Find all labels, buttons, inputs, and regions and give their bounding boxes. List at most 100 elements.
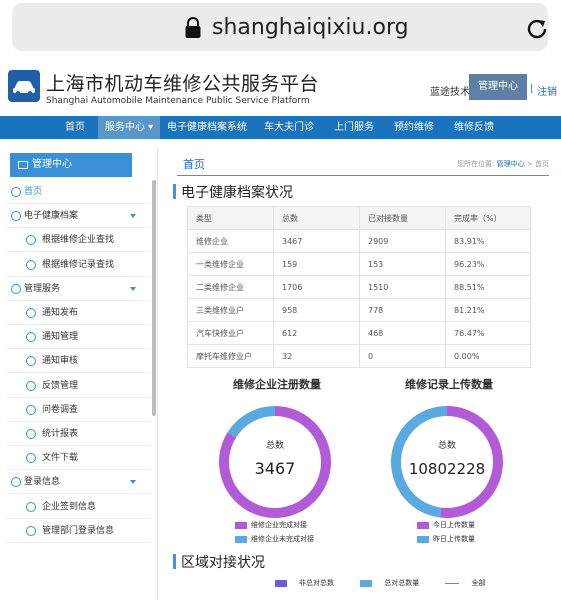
chevron-down-icon xyxy=(130,286,136,291)
sidebar-item-label: 管理部门登录信息 xyxy=(42,525,115,536)
table-row: 三类维修业户 958 778 81.21% xyxy=(187,298,531,322)
sidebar-header[interactable]: 管理中心 xyxy=(10,153,132,177)
sidebar-item-label: 电子健康档案 xyxy=(24,211,79,222)
region-legend: 非总对总数 总对总数量 全部 xyxy=(275,578,509,588)
sidebar-item[interactable]: 根据维修企业查找 xyxy=(6,228,150,253)
bullet-icon xyxy=(26,259,36,270)
section-marker xyxy=(173,554,176,569)
sidebar-item[interactable]: 电子健康档案 xyxy=(6,204,150,229)
sidebar-item-label: 统计报表 xyxy=(42,429,79,439)
region-legend-item-1[interactable]: 非总对总数 xyxy=(275,579,346,587)
reload-icon[interactable] xyxy=(524,16,550,42)
section-region-title: 区域对接状况 xyxy=(181,555,265,571)
sidebar-item[interactable]: 通知管理 xyxy=(6,325,150,350)
nav-health-records[interactable]: 电子健康档案系统 xyxy=(162,116,252,139)
bullet-icon xyxy=(26,380,36,391)
pie1-center-value: 3467 xyxy=(255,459,296,478)
pie1-chart: 总数 3467 xyxy=(219,406,331,518)
bullet-icon xyxy=(26,308,36,318)
table-cell: 83.91% xyxy=(445,229,531,253)
sidebar-item[interactable]: 文件下载 xyxy=(6,446,150,471)
breadcrumb-current: 首页 xyxy=(535,160,549,168)
sidebar-item[interactable]: 根据维修记录查找 xyxy=(6,253,150,277)
region-legend-item-3[interactable]: 全部 xyxy=(445,579,497,587)
bullet-icon xyxy=(26,404,36,415)
legend-swatch xyxy=(417,535,429,543)
chevron-down-icon: ▾ xyxy=(148,122,154,133)
table-cell: 0 xyxy=(359,344,446,368)
table-cell: 维修企业 xyxy=(187,229,274,253)
breadcrumb-separator: > xyxy=(526,160,533,168)
region-legend-label-3: 全部 xyxy=(471,579,486,587)
table-cell: 778 xyxy=(359,298,446,322)
bullet-icon xyxy=(26,332,36,343)
sidebar-item-label: 通知发布 xyxy=(42,308,79,318)
section-icon xyxy=(11,187,21,197)
sidebar-item[interactable]: 反馈管理 xyxy=(6,374,150,398)
sidebar-item-label: 通知管理 xyxy=(42,332,79,343)
region-legend-item-2[interactable]: 总对总数量 xyxy=(360,579,431,587)
sidebar-item[interactable]: 登录信息 xyxy=(6,470,150,495)
table-cell: 二类维修企业 xyxy=(187,275,274,299)
table-cell: 96.23% xyxy=(445,252,531,276)
car-icon xyxy=(13,81,35,95)
bullet-icon xyxy=(26,356,36,367)
site-subtitle: Shanghai Automobile Maintenance Public S… xyxy=(46,96,310,106)
breadcrumb-prefix: 您所在位置: xyxy=(457,160,495,168)
section-icon xyxy=(11,283,21,294)
legend-swatch xyxy=(360,579,373,587)
breadcrumb-link[interactable]: 管理中心 xyxy=(497,160,525,168)
sidebar-item-label: 根据维修企业查找 xyxy=(42,235,115,246)
nav-home[interactable]: 首页 xyxy=(50,116,100,139)
sidebar-item[interactable]: 问卷调查 xyxy=(6,398,150,422)
table-header-cell: 总数 xyxy=(273,206,360,230)
pie1-slice-2[interactable] xyxy=(227,406,275,438)
tech-link[interactable]: 蓝途技术 xyxy=(430,83,470,98)
sidebar-item-label: 问卷调查 xyxy=(42,404,79,415)
table-cell: 汽车快修业户 xyxy=(187,321,274,345)
lock-icon xyxy=(185,17,201,38)
pie1-title: 维修企业注册数量 xyxy=(233,378,321,391)
site-logo[interactable] xyxy=(8,70,40,102)
address-field[interactable]: shanghaiqixiu.org xyxy=(12,3,548,51)
pie1-legend-2-label: 维修企业未完成对接 xyxy=(251,535,314,543)
table-header-cell: 已对接数量 xyxy=(359,206,446,230)
health-records-table: 类型 总数 已对接数量 完成率（%） 维修企业 3467 2909 83.91% 一类维修企业 1… xyxy=(187,206,531,368)
sidebar-item-label: 登录信息 xyxy=(24,477,61,488)
site-title: 上海市机动车维修公共服务平台 xyxy=(46,73,320,95)
nav-feedback[interactable]: 维修反馈 xyxy=(446,116,502,139)
table-cell: 一类维修企业 xyxy=(187,252,274,276)
main-nav: 首页 服务中心 ▾ 电子健康档案系统 车大夫门诊 上门服务 预约维修 维修反馈 xyxy=(0,116,561,139)
sidebar: 管理中心 首页电子健康档案根据维修企业查找根据维修记录查找 管理服务通知发布通知管… xyxy=(6,148,158,600)
pie2-legend-2-label: 昨日上传数量 xyxy=(433,535,475,543)
pie2-legend-1: 今日上传数量 xyxy=(417,520,475,530)
table-cell: 81.21% xyxy=(445,298,531,322)
sidebar-item[interactable]: 统计报表 xyxy=(6,422,150,446)
tab-home[interactable]: 首页 xyxy=(183,156,205,172)
sidebar-header-label: 管理中心 xyxy=(32,159,72,170)
sidebar-item[interactable]: 通知发布 xyxy=(6,301,150,325)
nav-home-service[interactable]: 上门服务 xyxy=(326,116,382,139)
sidebar-item-label: 反馈管理 xyxy=(42,380,79,391)
nav-service-center[interactable]: 服务中心 ▾ xyxy=(98,116,160,139)
pie2-center-label: 总数 xyxy=(438,439,456,451)
sidebar-item[interactable]: 管理部门登录信息 xyxy=(6,519,150,543)
table-cell: 958 xyxy=(273,298,360,322)
sidebar-item[interactable]: 首页 xyxy=(6,180,150,204)
table-cell: 3467 xyxy=(273,229,360,253)
legend-swatch xyxy=(417,521,429,529)
nav-car-doctor[interactable]: 车大夫门诊 xyxy=(256,116,322,139)
sidebar-item[interactable]: 管理服务 xyxy=(6,277,150,301)
legend-swatch xyxy=(275,579,287,587)
admin-center-button[interactable]: 管理中心 xyxy=(469,74,527,100)
table-row: 摩托车维修业户 32 0 0.00% xyxy=(187,344,531,368)
sidebar-scrollbar[interactable] xyxy=(152,180,156,416)
nav-appointment[interactable]: 预约维修 xyxy=(386,116,442,139)
pie1-legend-1: 维修企业完成对接 xyxy=(235,520,307,530)
legend-swatch xyxy=(235,535,247,543)
section-icon xyxy=(11,211,21,222)
logout-link[interactable]: 注销 xyxy=(537,83,557,98)
sidebar-item[interactable]: 企业签到信息 xyxy=(6,495,150,519)
sidebar-item[interactable]: 通知审核 xyxy=(6,349,150,374)
legend-swatch xyxy=(235,521,247,529)
